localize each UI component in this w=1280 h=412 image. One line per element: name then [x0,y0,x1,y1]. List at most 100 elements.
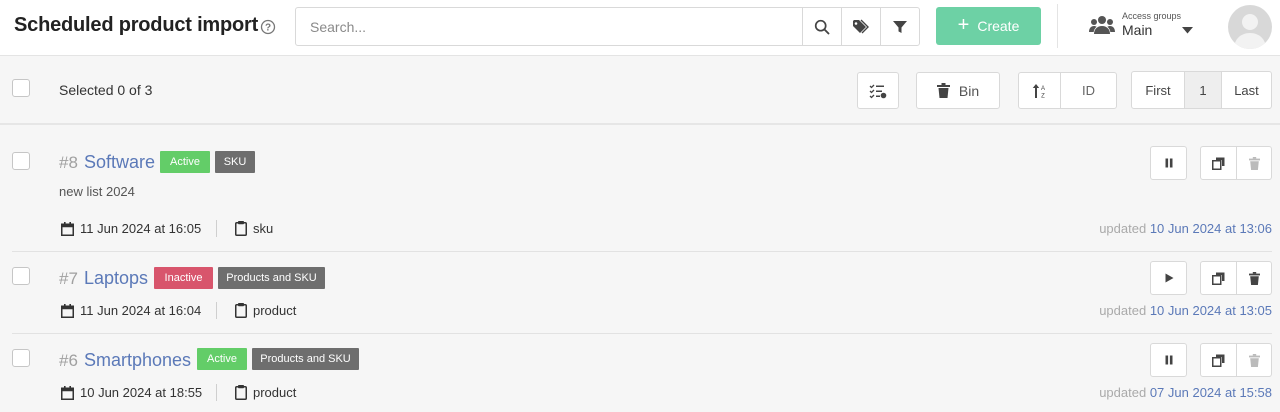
current-page[interactable]: 1 [1184,72,1221,108]
search-input[interactable] [296,8,802,45]
copy-icon [1212,272,1225,285]
calendar-icon [61,222,74,236]
clipboard-icon [235,221,247,236]
item-description: new list 2024 [59,184,135,199]
item-field: product [253,385,297,400]
item-updated: updated 10 Jun 2024 at 13:05 [1099,303,1272,318]
list-item: #8 Software Active SKU new list 2024 11 … [0,126,1280,252]
item-name-link[interactable]: Software [84,152,155,173]
status-badge: Active [197,348,247,370]
item-field: sku [253,221,274,236]
access-groups-value: Main [1122,22,1153,38]
last-page-button[interactable]: Last [1221,72,1271,108]
header: Scheduled product import ? + Create [0,0,1280,56]
updated-label: updated [1099,303,1147,318]
bulk-actions-icon [869,83,887,99]
clipboard-icon [235,385,247,400]
toolbar: Selected 0 of 3 Bin AZ ID First 1 Last [0,57,1280,125]
delete-button[interactable] [1236,344,1271,376]
item-checkbox[interactable] [12,349,30,367]
status-badge: Inactive [154,267,213,289]
item-field: product [253,303,297,318]
first-page-button[interactable]: First [1132,72,1184,108]
bin-button[interactable]: Bin [916,72,1000,109]
play-button[interactable] [1150,261,1187,295]
copy-icon [1212,354,1225,367]
create-button-label: Create [977,18,1020,34]
filter-icon [892,19,908,35]
create-button[interactable]: + Create [936,7,1041,45]
pause-icon [1164,158,1174,168]
type-badge: Products and SKU [252,348,359,370]
svg-text:?: ? [265,23,271,34]
selected-count: Selected 0 of 3 [59,82,153,98]
updated-date: 10 Jun 2024 at 13:05 [1149,303,1272,318]
access-groups-dropdown[interactable]: Access groups Main [1088,8,1200,48]
clipboard-icon [235,303,247,318]
updated-date: 10 Jun 2024 at 13:06 [1149,221,1272,236]
copy-button[interactable] [1201,344,1236,376]
item-name-link[interactable]: Smartphones [84,350,191,371]
svg-text:Z: Z [1041,93,1045,99]
item-updated: updated 10 Jun 2024 at 13:06 [1099,221,1272,236]
meta-divider [216,384,217,401]
pause-button[interactable] [1150,146,1187,180]
calendar-icon [61,304,74,318]
type-badge: SKU [215,151,255,173]
pagination: First 1 Last [1131,71,1272,109]
list-item: #7 Laptops Inactive Products and SKU 11 … [0,252,1280,334]
item-actions [1200,146,1272,180]
play-icon [1164,273,1174,283]
search-button[interactable] [802,8,841,45]
sort-icon: AZ [1032,83,1048,99]
plus-icon: + [957,14,970,36]
tags-icon [852,19,870,35]
caret-down-icon [1182,27,1193,34]
item-date: 10 Jun 2024 at 18:55 [80,385,203,400]
sort-control: AZ ID [1018,72,1117,109]
sort-direction-button[interactable]: AZ [1019,73,1060,108]
trash-icon [1248,156,1260,170]
type-badge: Products and SKU [218,267,325,289]
bin-label: Bin [958,82,980,99]
item-checkbox[interactable] [12,152,30,170]
select-all-checkbox[interactable] [12,79,30,97]
item-date: 11 Jun 2024 at 16:04 [80,303,202,318]
item-id: #7 [59,269,78,288]
header-divider [1057,4,1058,48]
search-bar [295,7,920,46]
meta-divider [216,302,217,319]
bulk-actions-button[interactable] [857,72,899,109]
filter-button[interactable] [880,8,919,45]
pause-button[interactable] [1150,343,1187,377]
trash-icon [1248,271,1260,285]
item-actions [1200,261,1272,295]
updated-label: updated [1099,221,1147,236]
tags-button[interactable] [841,8,880,45]
updated-date: 07 Jun 2024 at 15:58 [1149,385,1272,400]
meta-divider [216,220,217,237]
item-name-link[interactable]: Laptops [84,268,148,289]
svg-text:A: A [1040,86,1044,92]
delete-button[interactable] [1236,262,1271,294]
item-checkbox[interactable] [12,267,30,285]
item-date: 11 Jun 2024 at 16:05 [80,221,202,236]
page-title: Scheduled product import [14,14,259,36]
updated-label: updated [1099,385,1147,400]
trash-icon [1248,353,1260,367]
search-icon [814,19,830,35]
pause-icon [1164,355,1174,365]
access-groups-label: Access groups [1122,11,1182,21]
avatar[interactable] [1228,5,1272,49]
copy-icon [1212,157,1225,170]
calendar-icon [61,386,74,400]
copy-button[interactable] [1201,262,1236,294]
list-item: #6 Smartphones Active Products and SKU 1… [0,334,1280,412]
item-id: #8 [59,153,78,172]
users-icon [1089,15,1115,35]
help-icon[interactable]: ? [260,19,276,35]
delete-button[interactable] [1236,147,1271,179]
sort-field-selector[interactable]: ID [1060,73,1116,108]
copy-button[interactable] [1201,147,1236,179]
status-badge: Active [160,151,210,173]
